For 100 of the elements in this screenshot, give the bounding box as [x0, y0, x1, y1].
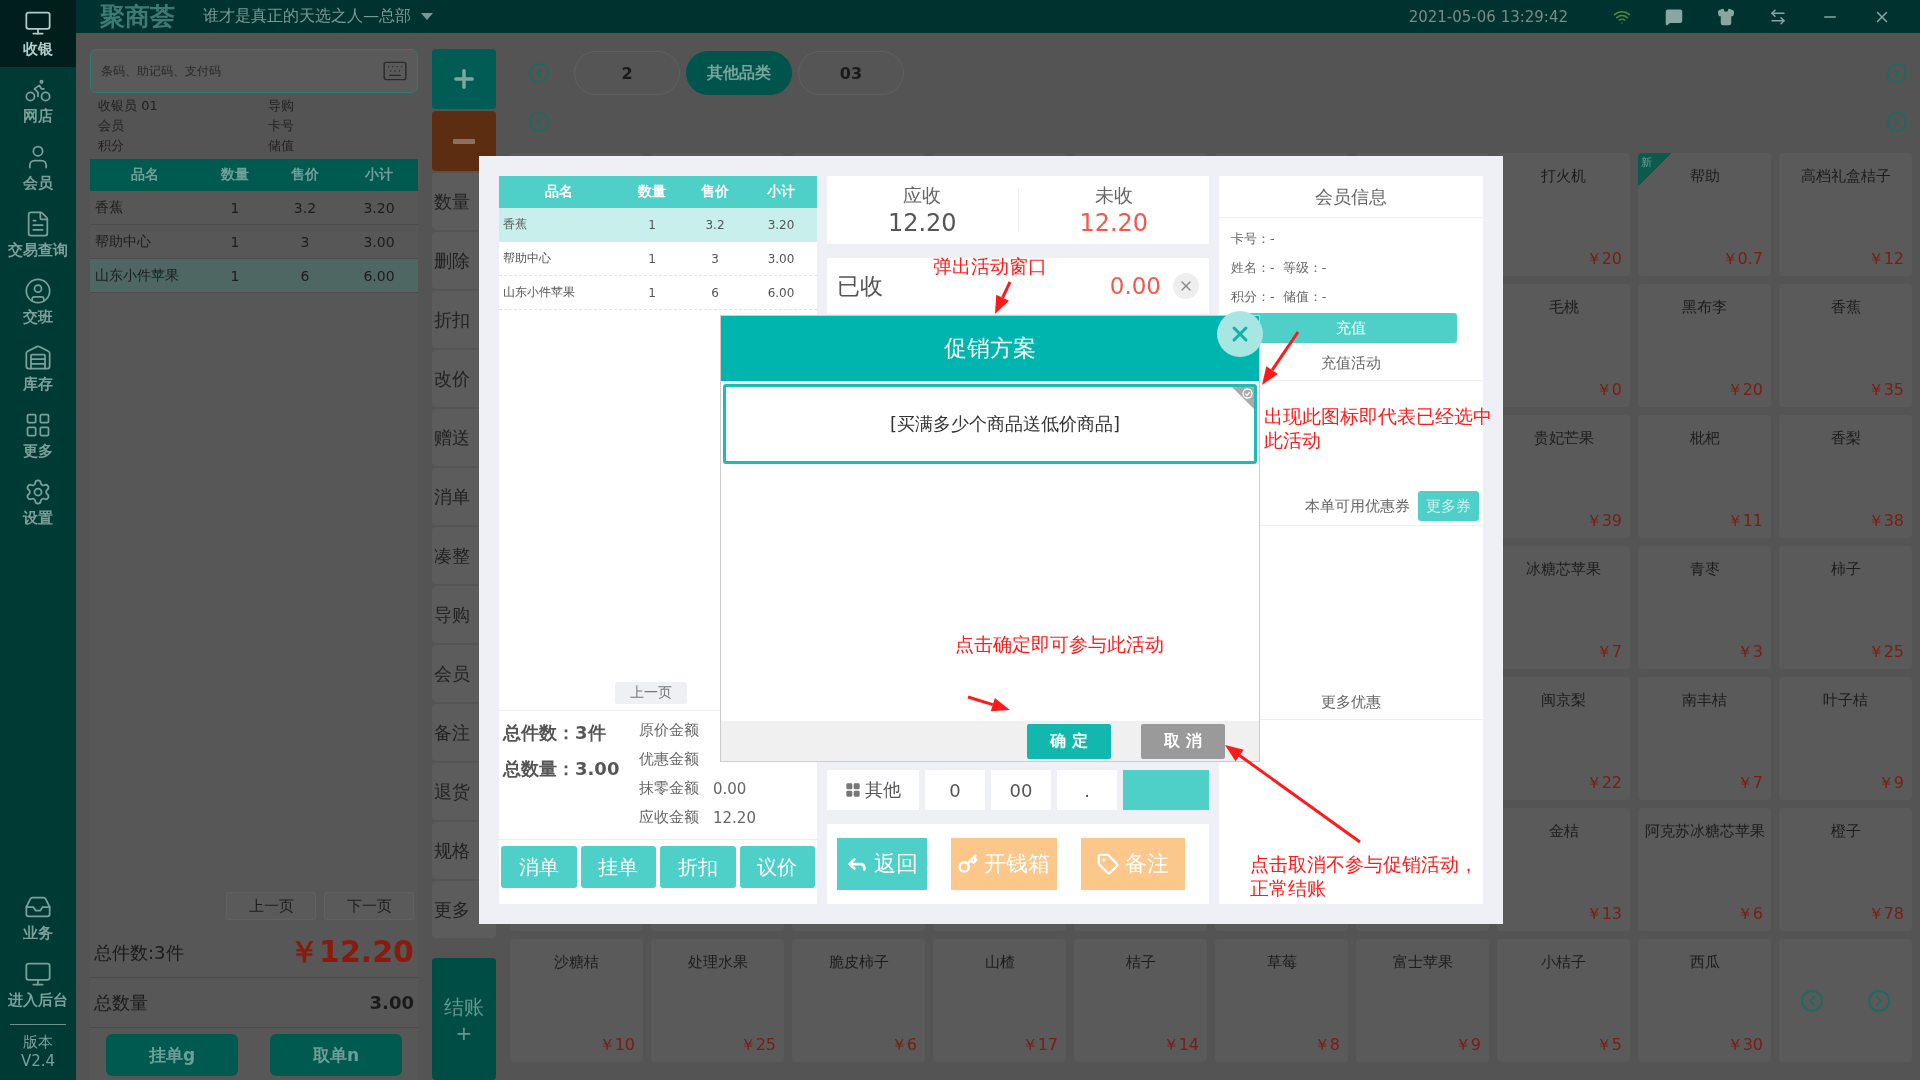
product-card[interactable]: 新 帮助 ￥0.7 [1638, 153, 1771, 276]
subtract-button[interactable] [432, 111, 496, 171]
category-tab[interactable]: 其他品类 [686, 51, 792, 95]
cancel-button[interactable]: 取 消 [1141, 724, 1225, 759]
product-card[interactable]: 富士苹果 ￥9 [1356, 939, 1489, 1062]
amount-label: 抹零金额 [639, 779, 699, 798]
table-cell-text: 3.20 [362, 199, 396, 216]
category-tab[interactable]: 2 [574, 51, 680, 95]
product-card[interactable]: 金桔 ￥13 [1497, 808, 1630, 931]
sidebar-item[interactable]: 交易查询 [0, 201, 76, 268]
checkout-button[interactable]: 结账 + [432, 958, 496, 1080]
product-card[interactable]: 脆皮柿子 ￥6 [792, 939, 925, 1062]
product-card[interactable]: 柿子 ￥25 [1779, 546, 1912, 669]
settings-icon [24, 477, 52, 506]
product-card[interactable]: 阿克苏冰糖芯苹果 ￥6 [1638, 808, 1771, 931]
product-card[interactable]: 沙糖桔 ￥10 [510, 939, 643, 1062]
swap-icon[interactable] [1769, 7, 1787, 26]
cart-row[interactable]: 山东小件苹果 1 6 6.00 [90, 259, 418, 293]
table-cell-text: 6.00 [362, 267, 396, 284]
table-cell-text: 1 [647, 217, 657, 232]
user-circle-icon [24, 276, 52, 305]
total-text: 总数量：3.00 [503, 757, 621, 781]
category-tab[interactable]: 03 [798, 51, 904, 95]
product-price: ￥78 [1867, 904, 1904, 925]
table-cell-text: 1 [647, 285, 657, 300]
total-items: 总件数:3件 [94, 940, 184, 965]
quantity-value: 3.00 [369, 992, 414, 1013]
product-name: 处理水果 [687, 953, 748, 972]
product-card[interactable]: 橙子 ￥78 [1779, 808, 1912, 931]
sidebar-item[interactable]: 业务 [0, 884, 76, 951]
shirt-icon[interactable] [1717, 7, 1735, 26]
sidebar-item[interactable]: 会员 [0, 134, 76, 201]
product-card[interactable]: 西瓜 ￥30 [1638, 939, 1771, 1062]
product-name: 贵妃芒果 [1533, 429, 1594, 448]
back-button[interactable]: 返回 [837, 838, 927, 890]
member-field: 卡号：- [1231, 229, 1275, 248]
sidebar-item[interactable]: 更多 [0, 402, 76, 469]
product-price: ￥25 [1867, 642, 1904, 663]
table-cell-text: 6 [299, 267, 311, 284]
annotation-text: 点击取消不参与促销活动，正常结账 [1250, 852, 1479, 900]
product-card[interactable]: 叶子桔 ￥9 [1779, 677, 1912, 800]
action-button[interactable]: 议价 [739, 846, 815, 888]
product-card[interactable]: 黑布李 ￥20 [1638, 284, 1771, 407]
product-name: 桔子 [1125, 953, 1156, 972]
product-price: ￥30 [1726, 1035, 1763, 1056]
product-card[interactable]: 高档礼盒桔子 ￥12 [1779, 153, 1912, 276]
product-price: ￥9 [1877, 773, 1904, 794]
order-button[interactable]: 取单n [270, 1034, 402, 1076]
table-cell-text: 1 [647, 251, 657, 266]
product-card[interactable]: 小桔子 ￥5 [1497, 939, 1630, 1062]
table-cell-text: 3.00 [362, 233, 396, 250]
sidebar-item[interactable]: 库存 [0, 335, 76, 402]
amount-value: 12.20 [713, 808, 756, 827]
product-card[interactable]: 枇杷 ￥11 [1638, 415, 1771, 538]
more-coupons-button[interactable]: 更多券 [1418, 491, 1479, 521]
minus-icon [453, 138, 475, 144]
promotion-option[interactable]: [买满多少个商品送低价商品] [723, 384, 1257, 464]
product-card[interactable]: 香蕉 ￥35 [1779, 284, 1912, 407]
sidebar-item[interactable]: 网店 [0, 67, 76, 134]
sidebar-item[interactable]: 进入后台 [0, 951, 76, 1018]
product-card[interactable]: 桔子 ￥14 [1074, 939, 1207, 1062]
order-button[interactable]: 挂单g [106, 1034, 238, 1076]
product-card[interactable]: 处理水果 ￥25 [651, 939, 784, 1062]
keypad-key[interactable]: 00 [991, 770, 1051, 810]
sidebar-item[interactable]: 收银 [0, 0, 76, 67]
new-badge: 新 [1638, 153, 1672, 187]
app-logo: 聚商荟 [100, 1, 175, 33]
action-button[interactable]: 折扣 [660, 846, 736, 888]
action-button[interactable]: 消单 [501, 846, 577, 888]
other-key[interactable]: 其他 [827, 770, 919, 810]
sidebar-item[interactable]: 设置 [0, 469, 76, 536]
product-name: 沙糖桔 [554, 953, 599, 972]
product-name: 打火机 [1541, 167, 1586, 186]
product-card[interactable]: 打火机 ￥20 [1497, 153, 1630, 276]
product-card[interactable]: 草莓 ￥8 [1215, 939, 1348, 1062]
product-name: 西瓜 [1689, 953, 1720, 972]
product-card[interactable]: 青枣 ￥3 [1638, 546, 1771, 669]
keypad-key[interactable]: . [1057, 770, 1117, 810]
amount-value: 0.00 [713, 779, 747, 798]
note-button[interactable]: 备注 [1081, 838, 1185, 890]
action-button[interactable]: 挂单 [580, 846, 656, 888]
table-cell-text: 3.20 [766, 217, 796, 232]
clear-button[interactable] [1173, 273, 1199, 299]
caret-icon[interactable] [421, 12, 433, 21]
keypad-key[interactable]: 0 [925, 770, 985, 810]
arrow [995, 281, 1012, 314]
product-card[interactable]: 香梨 ￥38 [1779, 415, 1912, 538]
sidebar-item[interactable]: 交班 [0, 268, 76, 335]
order-row[interactable]: 香蕉 1 3.2 3.20 [499, 208, 817, 242]
cash-drawer-button[interactable]: 开钱箱 [951, 838, 1057, 890]
table-cell-text: 3.2 [292, 199, 318, 216]
product-price: ￥39 [1585, 511, 1622, 532]
prev-page-button[interactable]: 上一页 [615, 682, 687, 704]
version-number: V2.4 [19, 1052, 57, 1070]
confirm-button[interactable]: 确 定 [1027, 724, 1111, 759]
tag-icon [1097, 853, 1119, 875]
member-field: 积分：- [1231, 287, 1275, 306]
product-card[interactable]: 南丰桔 ￥7 [1638, 677, 1771, 800]
product-card[interactable]: 山楂 ￥17 [933, 939, 1066, 1062]
message-icon[interactable] [1665, 7, 1683, 26]
